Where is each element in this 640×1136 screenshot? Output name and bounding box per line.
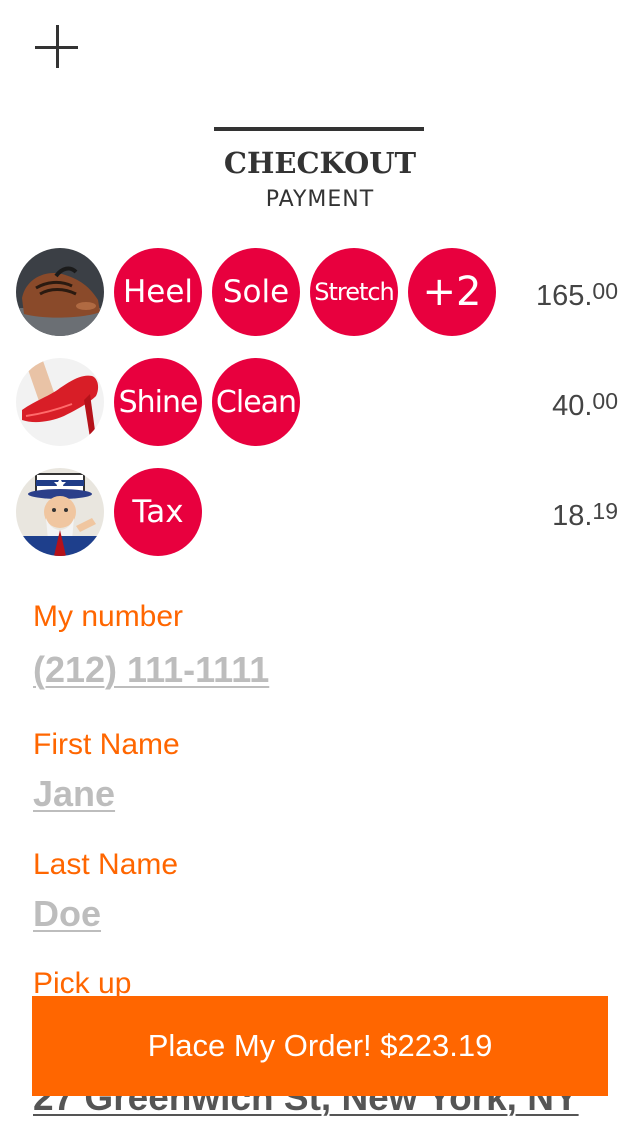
service-chip[interactable]: Stretch [310, 248, 398, 336]
line-price: 165.00 [535, 278, 618, 312]
add-icon[interactable] [34, 24, 80, 70]
last-name-label: Last Name [33, 848, 179, 881]
last-name-input[interactable]: Doe [33, 893, 101, 935]
service-chip[interactable]: Tax [114, 468, 202, 556]
uncle-sam-icon [16, 468, 104, 556]
service-chip[interactable]: Sole [212, 248, 300, 336]
phone-label: My number [33, 600, 184, 633]
order-line-item: Shine Clean 40.00 [0, 358, 640, 448]
shoe-boot-icon [16, 248, 104, 336]
phone-input[interactable]: (212) 111-1111 [33, 649, 269, 691]
service-chip[interactable]: Heel [114, 248, 202, 336]
line-price: 40.00 [552, 388, 618, 422]
order-line-item: Heel Sole Stretch +2 165.00 [0, 248, 640, 338]
service-chip[interactable]: Clean [212, 358, 300, 446]
red-heel-icon [16, 358, 104, 446]
more-services-chip[interactable]: +2 [408, 248, 496, 336]
title-divider [214, 127, 424, 131]
order-line-item: Tax 18.19 [0, 468, 640, 558]
service-chip[interactable]: Shine [114, 358, 202, 446]
first-name-label: First Name [33, 728, 180, 761]
place-order-button[interactable]: Place My Order! $223.19 [32, 996, 608, 1096]
line-price: 18.19 [552, 498, 618, 532]
page-title: CHECKOUT [223, 146, 417, 180]
page-subtitle: PAYMENT [265, 187, 375, 212]
first-name-input[interactable]: Jane [33, 773, 115, 815]
